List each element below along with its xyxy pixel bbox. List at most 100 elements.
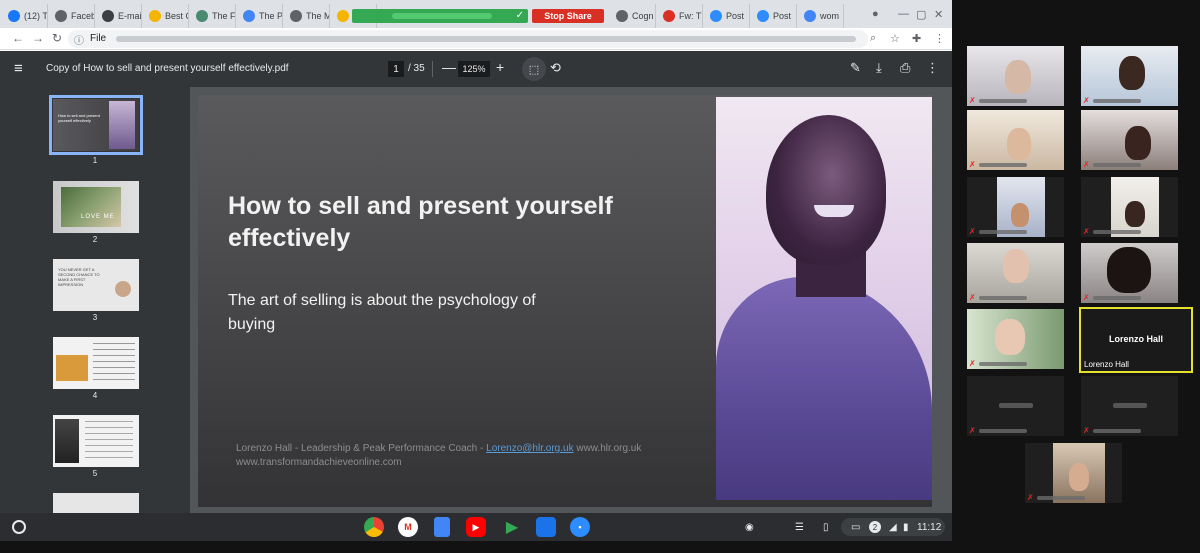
document-viewport[interactable]: How to sell and present yourself effecti… [190,87,952,513]
thumbnail-page-3[interactable]: YOU NEVER GET A SECOND CHANCE TO MAKE A … [53,259,139,311]
participant-tile[interactable]: ✗ [1081,243,1178,303]
thumbnail-page-6[interactable] [53,493,139,513]
chrome-icon[interactable] [364,517,384,537]
tab-strip: (12) TFacebE-mailBest CThe FThe PThe MTh… [0,0,952,28]
forward-icon[interactable]: → [32,31,44,45]
close-icon[interactable]: ✕ [934,8,943,21]
system-tray[interactable]: ◉ ☰ ▯ ▭ 2 ◢ ▮ 11:12 [745,518,945,536]
zoom-in-button[interactable]: + [496,59,504,75]
thumbnail-number: 4 [92,391,98,400]
zoom-icon [710,10,722,22]
zoom-level-input[interactable]: 125% [458,61,490,77]
participant-tile[interactable]: ✗ [967,110,1064,170]
page-number-input[interactable]: 1 [388,61,404,77]
fit-to-page-icon[interactable]: ⬚ [522,57,546,81]
back-icon[interactable]: ← [12,31,24,45]
gmail-icon[interactable]: M [398,517,418,537]
participant-tile[interactable]: ✗ [967,309,1064,369]
mic-muted-icon: ✗ [969,293,976,302]
browser-tab[interactable]: The P [237,4,283,28]
browser-tab[interactable]: Post [704,4,750,28]
participant-name-blurred [1093,99,1141,103]
participant-tile[interactable]: ✗ [967,46,1064,106]
participant-name-blurred [979,230,1027,234]
browser-tab[interactable]: (12) T [2,4,48,28]
participant-tile[interactable]: ✗ [967,243,1064,303]
participant-tile[interactable]: ✗ [1081,46,1178,106]
active-speaker-tile[interactable]: Lorenzo Hall Lorenzo Hall [1079,307,1193,373]
minimize-icon[interactable]: — [898,8,909,20]
presenter-photo [716,97,932,500]
docs-icon[interactable] [434,517,450,537]
mic-muted-icon: ✗ [1027,493,1034,502]
clock[interactable]: 11:12 [917,518,941,536]
mic-muted-icon: ✗ [969,359,976,368]
stop-share-button[interactable]: Stop Share [532,9,604,23]
address-bar[interactable]: ⓘ File [68,30,868,48]
mic-muted-icon: ✗ [1083,227,1090,236]
browser-tab[interactable]: The F [190,4,236,28]
participant-tile[interactable]: ✗ [1081,177,1178,237]
bookmark-star-icon[interactable]: ☆ [890,32,900,45]
screen-share-indicator: ✓ [352,9,528,23]
thumbnail-sidebar: How to sell and present yourself effecti… [0,87,190,513]
phone-hub-icon[interactable]: ▯ [823,518,829,536]
participant-tile[interactable]: ✗ [1025,443,1122,503]
launcher-icon[interactable] [12,520,26,534]
annotate-pen-icon[interactable]: ✎ [850,60,861,76]
footer-email-link[interactable]: Lorenzo@hlr.org.uk [486,443,573,454]
zoom-app-icon[interactable]: ▪ [570,517,590,537]
participant-tile[interactable]: ✗ [967,376,1064,436]
thumbnail-page-2[interactable]: LOVE ME [53,181,139,233]
zoom-icon [757,10,769,22]
youtube-icon[interactable]: ▶ [466,517,486,537]
participant-tile[interactable]: ✗ [1081,110,1178,170]
browser-tab[interactable]: The M [284,4,330,28]
participant-tile[interactable]: ✗ [967,177,1064,237]
rotate-icon[interactable]: ⟲ [550,60,561,76]
browser-tab[interactable]: Fw: T [657,4,703,28]
tab-label: Best C [165,11,188,21]
participant-name-blurred [979,99,1027,103]
tab-label: Fw: T [679,11,702,21]
browser-tab[interactable]: Faceb [49,4,95,28]
browser-tab[interactable]: Cogn [610,4,656,28]
menu-icon[interactable]: ≡ [14,60,23,77]
screen-capture-icon[interactable]: ▭ [851,518,860,536]
thumbnail-number: 2 [92,235,98,244]
mic-muted-icon: ✗ [1083,426,1090,435]
browser-tab[interactable]: Best C [143,4,189,28]
thumbnail-text: YOU NEVER GET A SECOND CHANCE TO MAKE A … [58,267,100,287]
maximize-icon[interactable]: ▢ [916,8,926,21]
participant-name-blurred [979,296,1027,300]
print-icon[interactable]: ⎙ [900,60,910,76]
clipboard-icon[interactable]: ☰ [795,518,804,536]
participant-tile[interactable]: ✗ [1081,376,1178,436]
thumbnail-page-5[interactable] [53,415,139,467]
download-icon[interactable]: ⤓ [876,60,882,76]
browser-toolbar: ← → ↻ ⓘ File ⌕ ☆ ✚ ⋮ [0,28,952,50]
holding-space-icon[interactable]: ◉ [745,518,754,536]
files-icon[interactable] [536,517,556,537]
browser-tab[interactable]: wom [798,4,844,28]
zoom-out-button[interactable]: — [442,59,456,75]
url-blurred [116,36,856,42]
browser-menu-icon[interactable]: ⋮ [934,32,945,45]
mic-muted-icon: ✗ [969,426,976,435]
browser-tab[interactable]: E-mail [96,4,142,28]
info-icon[interactable]: ⓘ [74,32,84,47]
browser-tab[interactable]: Post [751,4,797,28]
thumbnail-page-4[interactable] [53,337,139,389]
participant-face [1125,201,1145,227]
zoom-magnifier-icon[interactable]: ⌕ [870,32,876,45]
extensions-icon[interactable]: ✚ [912,32,921,45]
tab-label: Post [773,11,792,21]
reload-icon[interactable]: ↻ [52,31,62,45]
page-total: / 35 [408,63,425,74]
thumbnail-page-1[interactable]: How to sell and present yourself effecti… [49,95,143,155]
share-info-blurred [392,13,492,19]
play-store-icon[interactable]: ▶ [502,517,522,537]
more-options-icon[interactable]: ⋮ [926,60,939,76]
tab-search-icon[interactable]: ● [872,8,879,20]
notification-count[interactable]: 2 [869,521,881,533]
